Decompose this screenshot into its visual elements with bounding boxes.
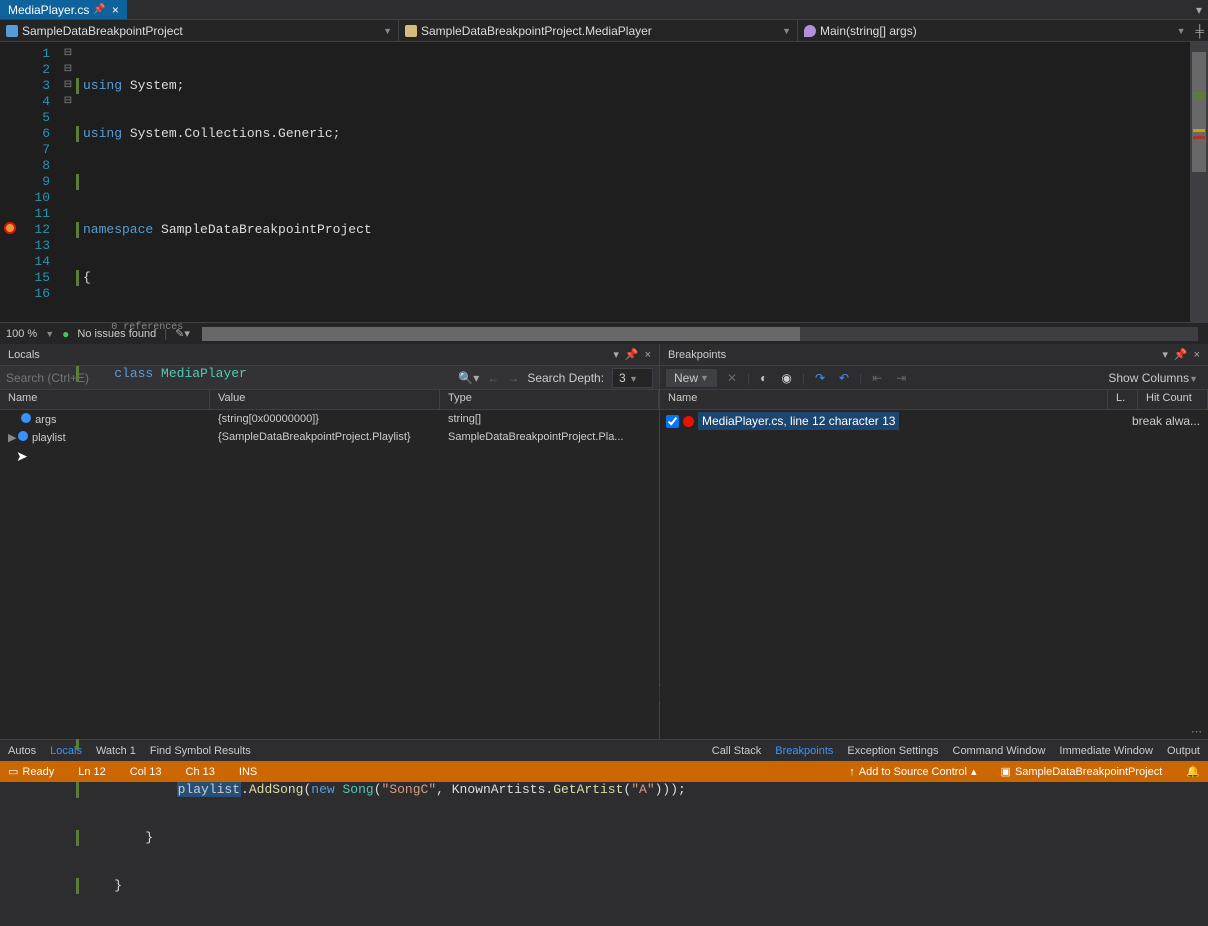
chevron-down-icon[interactable]: ▼ (383, 26, 392, 36)
fold-margin[interactable]: ⊟⊟⊟⊟ (60, 42, 76, 322)
nav-class-label: SampleDataBreakpointProject.MediaPlayer (421, 24, 652, 38)
nav-breadcrumb: SampleDataBreakpointProject ▼ SampleData… (0, 20, 1208, 42)
line-numbers: 12345678910111213141516 (20, 42, 60, 322)
nav-project-label: SampleDataBreakpointProject (22, 24, 183, 38)
locals-row[interactable]: ▶playlist {SampleDataBreakpointProject.P… (0, 428, 659, 446)
chevron-down-icon[interactable]: ▼ (782, 26, 791, 36)
expand-icon[interactable]: ▶ (8, 431, 16, 444)
breakpoint-row[interactable]: MediaPlayer.cs, line 12 character 13 bre… (660, 410, 1208, 432)
chevron-down-icon[interactable]: ▼ (45, 329, 54, 339)
breakpoint-hitcount: break alwa... (1132, 414, 1202, 428)
file-tab[interactable]: MediaPlayer.cs 📌 × (0, 0, 127, 19)
csharp-icon (6, 25, 18, 37)
nav-method-label: Main(string[] args) (820, 24, 917, 38)
window-menu-icon[interactable]: ▾ (1190, 0, 1208, 19)
close-icon[interactable]: × (112, 3, 119, 17)
split-icon[interactable]: ╪ (1191, 24, 1208, 38)
tab-title: MediaPlayer.cs (8, 3, 89, 17)
scrollbar-thumb[interactable] (202, 327, 800, 341)
tab-autos[interactable]: Autos (8, 745, 36, 757)
locals-title: Locals (8, 349, 40, 361)
nav-method[interactable]: Main(string[] args) ▼ (798, 20, 1191, 41)
health-icon: ● (62, 327, 69, 341)
zoom-level[interactable]: 100 % (6, 328, 37, 340)
status-ready: ▭ Ready (8, 765, 54, 778)
chevron-down-icon[interactable]: ▼ (1177, 26, 1186, 36)
document-tabbar: MediaPlayer.cs 📌 × ▾ (0, 0, 1208, 20)
locals-grid[interactable]: args {string[0x00000000]} string[] ▶play… (0, 410, 659, 739)
editor-scrollbar-h[interactable] (202, 327, 1198, 341)
nav-project[interactable]: SampleDataBreakpointProject ▼ (0, 20, 398, 41)
breakpoint-label[interactable]: MediaPlayer.cs, line 12 character 13 (698, 412, 899, 430)
breakpoint-checkbox[interactable] (666, 415, 679, 428)
pin-icon[interactable]: 📌 (93, 4, 105, 15)
method-icon (804, 25, 816, 37)
locals-row[interactable]: args {string[0x00000000]} string[] (0, 410, 659, 428)
variable-icon (21, 413, 31, 423)
breakpoint-icon (683, 416, 694, 427)
class-icon (405, 25, 417, 37)
code-editor[interactable]: 12345678910111213141516 ⊟⊟⊟⊟ using Syste… (0, 42, 1208, 322)
variable-icon (18, 431, 28, 441)
breakpoint-glyph[interactable] (4, 222, 16, 234)
glyph-margin[interactable] (0, 42, 20, 322)
code-area[interactable]: using System; using System.Collections.G… (76, 42, 1208, 322)
nav-class[interactable]: SampleDataBreakpointProject.MediaPlayer … (399, 20, 797, 41)
breakpoints-grid[interactable]: MediaPlayer.cs, line 12 character 13 bre… (660, 410, 1208, 725)
editor-scrollbar-v[interactable] (1190, 42, 1208, 322)
